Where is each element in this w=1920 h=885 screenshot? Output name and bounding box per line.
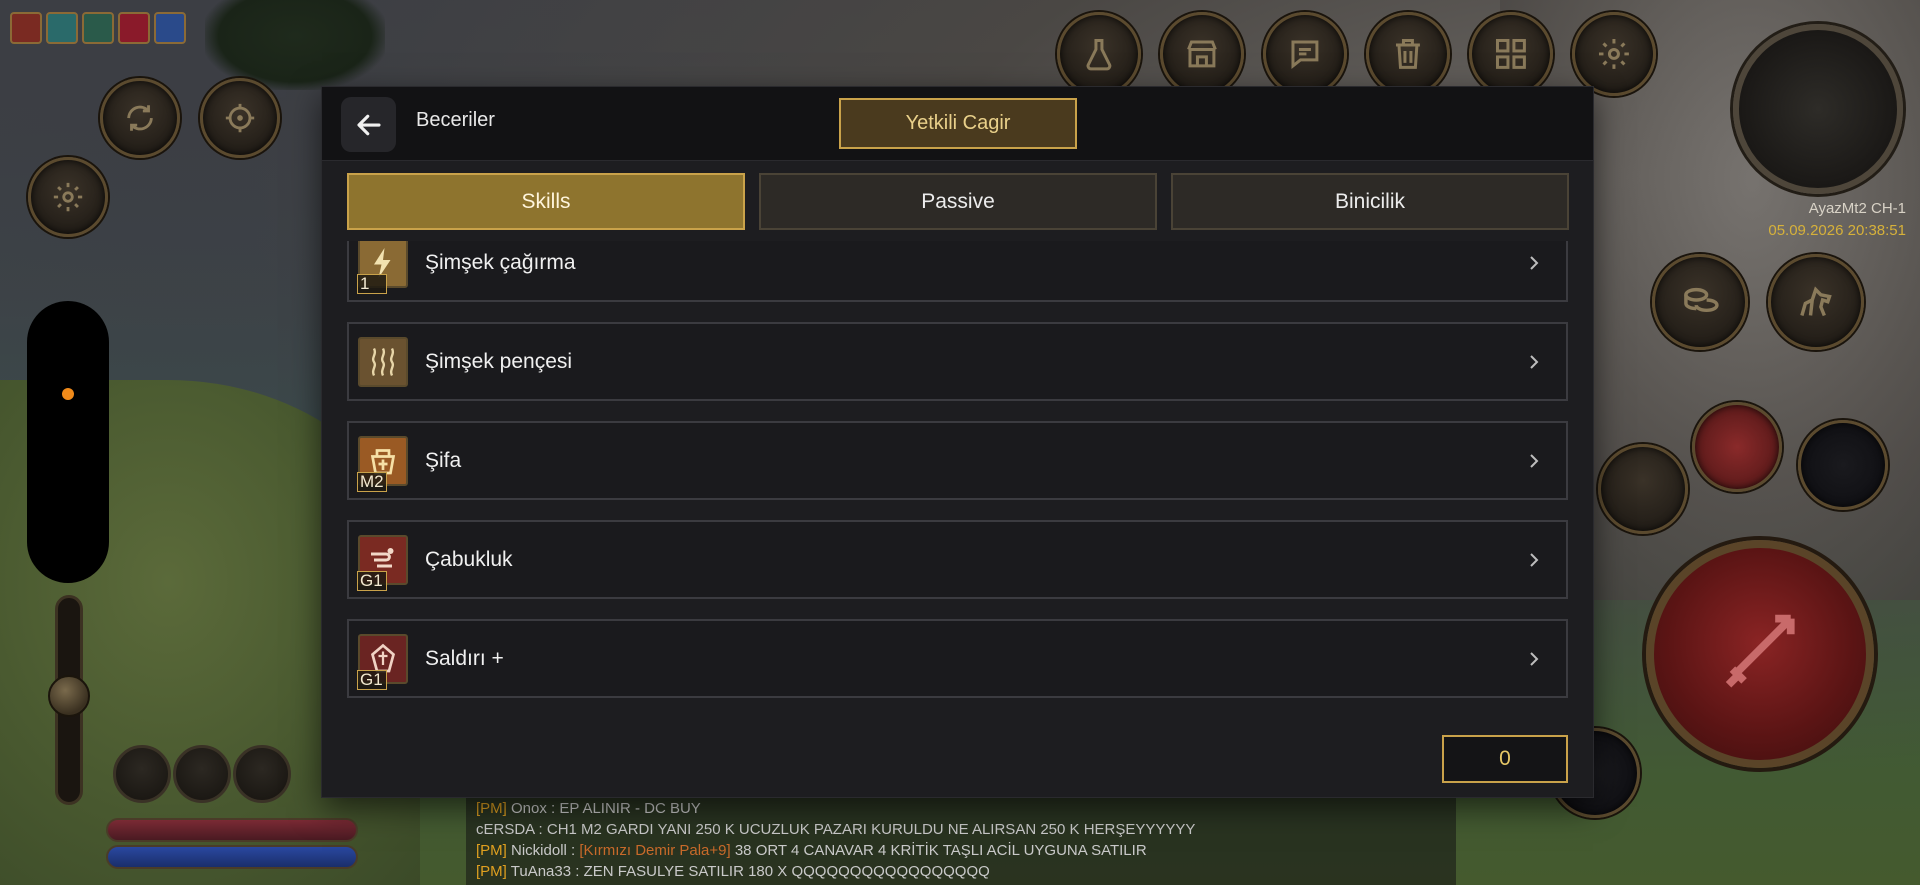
call-gm-button[interactable]: Yetkili Cagir — [839, 98, 1077, 149]
chat-icon — [1291, 40, 1319, 70]
target-button[interactable] — [200, 78, 280, 158]
chevron-right-icon — [1530, 255, 1539, 270]
buff-icon — [10, 12, 42, 44]
gear-icon — [1599, 39, 1629, 69]
skill-level-badge: G1 — [357, 670, 387, 690]
skill-name: Saldırı + — [425, 646, 504, 670]
trash-icon — [1396, 39, 1420, 69]
buff-icon — [46, 12, 78, 44]
chat-sender: TuAna33 : — [510, 863, 580, 880]
chevron-right-icon — [1530, 354, 1539, 369]
coins-icon — [1684, 288, 1719, 313]
dialog-header: Beceriler Yetkili Cagir — [322, 87, 1593, 161]
chat-button[interactable] — [1263, 12, 1347, 96]
skill-name: Şimşek çağırma — [425, 250, 576, 274]
chat-line: [PM] Nickidoll : [Kırmızı Demir Pala+9] … — [476, 840, 1456, 861]
joystick-indicator — [62, 388, 74, 400]
background-tree — [205, 0, 385, 90]
potion-button[interactable] — [1057, 12, 1141, 96]
shop-icon — [1187, 40, 1217, 68]
chat-line: [PM] TuAna33 : ZEN FASULYE SATILIR 180 X… — [476, 861, 1456, 882]
shop-button[interactable] — [1160, 12, 1244, 96]
sword-icon — [1726, 615, 1795, 688]
chat-tag: [PM] — [476, 863, 507, 880]
horse-icon — [1800, 286, 1833, 317]
chat-log: [PM] Onox : EP ALINIR - DC BUY cERSDA : … — [466, 798, 1456, 885]
arrow-left-icon — [356, 114, 381, 135]
skill-slot-right[interactable] — [1798, 420, 1888, 510]
skill-slot-right[interactable] — [1692, 402, 1782, 492]
mp-bar — [106, 845, 358, 869]
coins-button[interactable] — [1652, 254, 1748, 350]
chevron-right-icon — [1530, 453, 1539, 468]
chat-tag: [PM] — [476, 800, 507, 817]
chat-sender: cERSDA : — [476, 821, 543, 838]
chat-tag: [PM] — [476, 842, 507, 859]
potion-icon — [1086, 39, 1112, 71]
quick-slot[interactable] — [233, 745, 291, 803]
chat-text: CH1 M2 GARDI YANI 250 K UCUZLUK PAZARI K… — [546, 821, 1196, 838]
server-datetime: 05.09.2026 20:38:51 — [1768, 222, 1906, 239]
skill-level-badge: G1 — [357, 571, 387, 591]
chat-text: 38 ORT 4 CANAVAR 4 KRİTİK TAŞLI ACİL UYG… — [734, 842, 1147, 859]
switch-button[interactable] — [100, 78, 180, 158]
quick-slot[interactable] — [173, 745, 231, 803]
skill-row[interactable]: Şimşek pençesi — [347, 322, 1568, 401]
chat-item-link[interactable]: [Kırmızı Demir Pala+9] — [579, 842, 730, 859]
mount-button[interactable] — [1768, 254, 1864, 350]
buff-icon — [154, 12, 186, 44]
skill-level-badge: M2 — [357, 472, 387, 492]
chat-line: [PM] Onox : EP ALINIR - DC BUY — [476, 798, 1456, 819]
chat-text: ZEN FASULYE SATILIR 180 X QQQQQQQQQQQQQQ… — [583, 863, 990, 880]
buff-icon — [118, 12, 150, 44]
tab-skills[interactable]: Skills — [347, 173, 745, 230]
crosshair-icon — [225, 103, 255, 133]
skill-list[interactable]: 1 Şimşek çağırma Şimşek pençesi M2 Şifa — [347, 241, 1568, 791]
zoom-slider-knob[interactable] — [48, 675, 90, 717]
skill-row[interactable]: M2 Şifa — [347, 421, 1568, 500]
skill-name: Çabukluk — [425, 547, 513, 571]
chevron-right-icon — [1530, 651, 1539, 666]
server-name: AyazMt2 CH-1 — [1808, 200, 1906, 217]
grid-icon — [1496, 39, 1526, 69]
refresh-icon — [127, 105, 153, 131]
dialog-title: Beceriler — [416, 109, 495, 131]
chat-sender: Onox : — [511, 800, 556, 817]
buff-icon — [82, 12, 114, 44]
skill-name: Şifa — [425, 448, 462, 472]
skill-slot-right[interactable] — [1598, 444, 1688, 534]
attack-button[interactable] — [1646, 540, 1874, 768]
trash-button[interactable] — [1366, 12, 1450, 96]
skill-row[interactable]: G1 Çabukluk — [347, 520, 1568, 599]
minimap[interactable] — [1733, 24, 1903, 194]
skill-tabs: Skills Passive Binicilik — [347, 173, 1569, 230]
skill-row[interactable]: G1 Saldırı + — [347, 619, 1568, 698]
hp-bar — [106, 818, 358, 842]
quick-slots — [113, 745, 291, 803]
chat-text: EP ALINIR - DC BUY — [559, 800, 701, 817]
skill-row[interactable]: 1 Şimşek çağırma — [347, 241, 1568, 302]
skill-points-box: 0 — [1442, 735, 1568, 783]
server-info: AyazMt2 CH-1 05.09.2026 20:38:51 — [1768, 198, 1906, 242]
chat-line: cERSDA : CH1 M2 GARDI YANI 250 K UCUZLUK… — [476, 819, 1456, 840]
joystick-track[interactable] — [27, 301, 109, 583]
back-button[interactable] — [341, 97, 396, 152]
skills-dialog: Beceriler Yetkili Cagir Skills Passive B… — [322, 87, 1593, 797]
settings-button-left[interactable] — [28, 157, 108, 237]
chevron-right-icon — [1530, 552, 1539, 567]
gear-icon — [53, 182, 83, 212]
tab-riding[interactable]: Binicilik — [1171, 173, 1569, 230]
tab-passive[interactable]: Passive — [759, 173, 1157, 230]
skill-level-badge: 1 — [357, 274, 387, 294]
quick-slot[interactable] — [113, 745, 171, 803]
lightning-claw-icon — [358, 337, 408, 387]
buff-bar — [10, 12, 186, 44]
settings-button[interactable] — [1572, 12, 1656, 96]
skill-name: Şimşek pençesi — [425, 349, 573, 373]
menu-grid-button[interactable] — [1469, 12, 1553, 96]
chat-sender: Nickidoll : — [511, 842, 576, 859]
